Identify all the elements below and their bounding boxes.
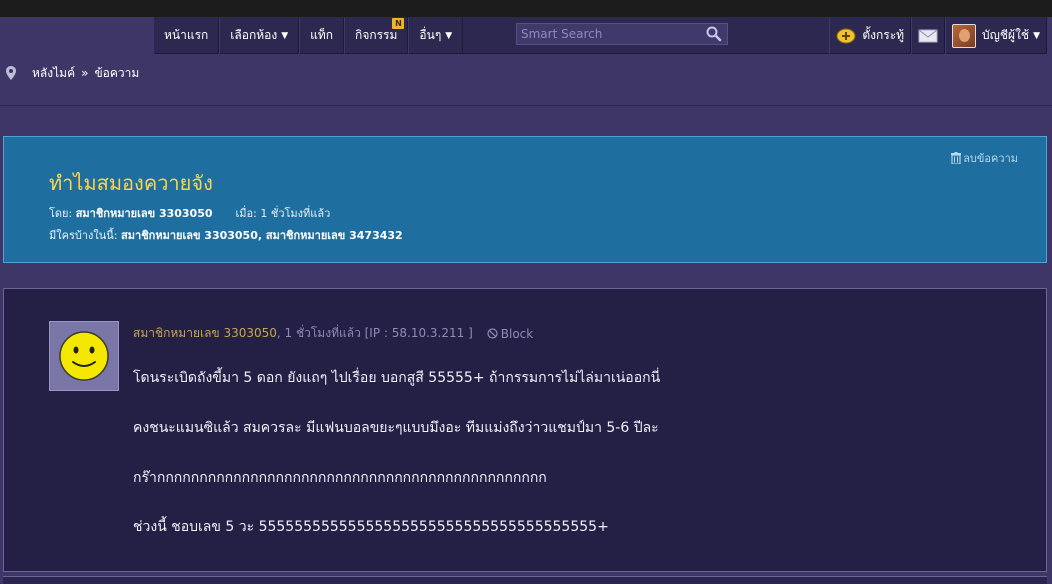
next-post-edge (3, 576, 1047, 584)
search-icon[interactable] (705, 25, 723, 43)
top-strip (0, 0, 1052, 17)
topic-meta: โดย: สมาชิกหมายเลข 3303050 เมื่อ: 1 ชั่ว… (49, 204, 330, 222)
block-button[interactable]: Block (487, 327, 533, 341)
account-dropdown[interactable]: บัญชีผู้ใช้ ▼ (945, 17, 1047, 54)
viewers-list[interactable]: สมาชิกหมายเลข 3303050, สมาชิกหมายเลข 347… (121, 229, 403, 242)
when-label: เมื่อ: (235, 207, 257, 220)
messages-button[interactable] (911, 17, 946, 54)
nav-more-dropdown[interactable]: อื่นๆ ▼ (408, 17, 464, 54)
block-label: Block (500, 326, 534, 341)
breadcrumb-separator: » (81, 66, 89, 80)
trash-icon (951, 152, 962, 164)
main-navbar: หน้าแรก เลือกห้อง ▼ แท็ก กิจกรรม N อื่นๆ ▼ … (153, 17, 1047, 54)
nav-home[interactable]: หน้าแรก (153, 17, 220, 54)
chevron-down-icon: ▼ (1033, 30, 1040, 41)
smart-search (516, 23, 728, 45)
mail-icon (918, 29, 938, 42)
nav-more-label: อื่นๆ (419, 28, 442, 42)
search-input[interactable] (517, 27, 705, 41)
user-nav: ตั้งกระทู้ บัญชีผู้ใช้ ▼ (829, 17, 1047, 54)
topic-time: 1 ชั่วโมงที่แล้ว (260, 207, 331, 220)
post-meta: , 1 ชั่วโมงที่แล้ว [IP : 58.10.3.211 ] (276, 326, 473, 340)
post-text-line: ช่วงนี้ ชอบเลข 5 วะ 55555555555555555555… (133, 519, 609, 535)
breadcrumb: หลังไมค์ » ข้อความ (0, 55, 1052, 91)
new-topic-label: ตั้งกระทู้ (862, 28, 905, 42)
location-pin-icon (6, 66, 16, 80)
nav-tags-label: แท็ก (310, 28, 334, 42)
nav-menu: หน้าแรก เลือกห้อง ▼ แท็ก กิจกรรม N อื่นๆ ▼ (153, 17, 464, 54)
post-text-line: กร๊ากกกกกกกกกกกกกกกกกกกกกกกกกกกกกกกกกกกก… (133, 470, 547, 486)
delete-label: ลบข้อความ (963, 152, 1018, 165)
viewers-label: มีใครบ้างในนี้: (49, 229, 118, 242)
post-author[interactable]: สมาชิกหมายเลข 3303050 (133, 324, 277, 343)
by-label: โดย: (49, 207, 73, 220)
post-text-line: โดนระเบิดถังขี้มา 5 ดอก ยังแถๆ ไปเรื่อย … (133, 370, 661, 386)
topic-header: ทำไมสมองควายจัง โดย: สมาชิกหมายเลข 33030… (3, 136, 1047, 263)
post-text-line: คงชนะแมนซิแล้ว สมควรละ มีแฟนบอลขยะๆแบบมึ… (133, 420, 659, 436)
block-icon (487, 328, 498, 339)
avatar[interactable] (49, 321, 119, 391)
nav-tags[interactable]: แท็ก (299, 17, 345, 54)
new-badge: N (392, 18, 405, 29)
divider (0, 105, 1052, 106)
breadcrumb-current: ข้อความ (94, 65, 140, 80)
breadcrumb-root[interactable]: หลังไมค์ (32, 64, 75, 83)
topic-viewers: มีใครบ้างในนี้: สมาชิกหมายเลข 3303050, ส… (49, 226, 403, 244)
page-title: ทำไมสมองควายจัง (49, 171, 213, 195)
delete-message-button[interactable]: ลบข้อความ (951, 149, 1018, 167)
new-topic-button[interactable]: ตั้งกระทู้ (829, 17, 912, 54)
avatar (952, 23, 977, 48)
nav-activities-label: กิจกรรม (355, 28, 398, 42)
nav-home-label: หน้าแรก (164, 28, 209, 42)
nav-rooms-dropdown[interactable]: เลือกห้อง ▼ (219, 17, 300, 54)
post-header: สมาชิกหมายเลข 3303050 , 1 ชั่วโมงที่แล้ว… (133, 324, 533, 343)
post-it-icon (836, 28, 856, 43)
chevron-down-icon: ▼ (281, 30, 289, 41)
post: สมาชิกหมายเลข 3303050 , 1 ชั่วโมงที่แล้ว… (3, 288, 1047, 572)
topic-author[interactable]: สมาชิกหมายเลข 3303050 (76, 207, 213, 220)
smiley-avatar-icon (59, 331, 109, 381)
chevron-down-icon: ▼ (445, 30, 453, 41)
account-label: บัญชีผู้ใช้ (982, 28, 1030, 42)
nav-rooms-label: เลือกห้อง (230, 28, 278, 42)
nav-activities[interactable]: กิจกรรม N (344, 17, 409, 54)
